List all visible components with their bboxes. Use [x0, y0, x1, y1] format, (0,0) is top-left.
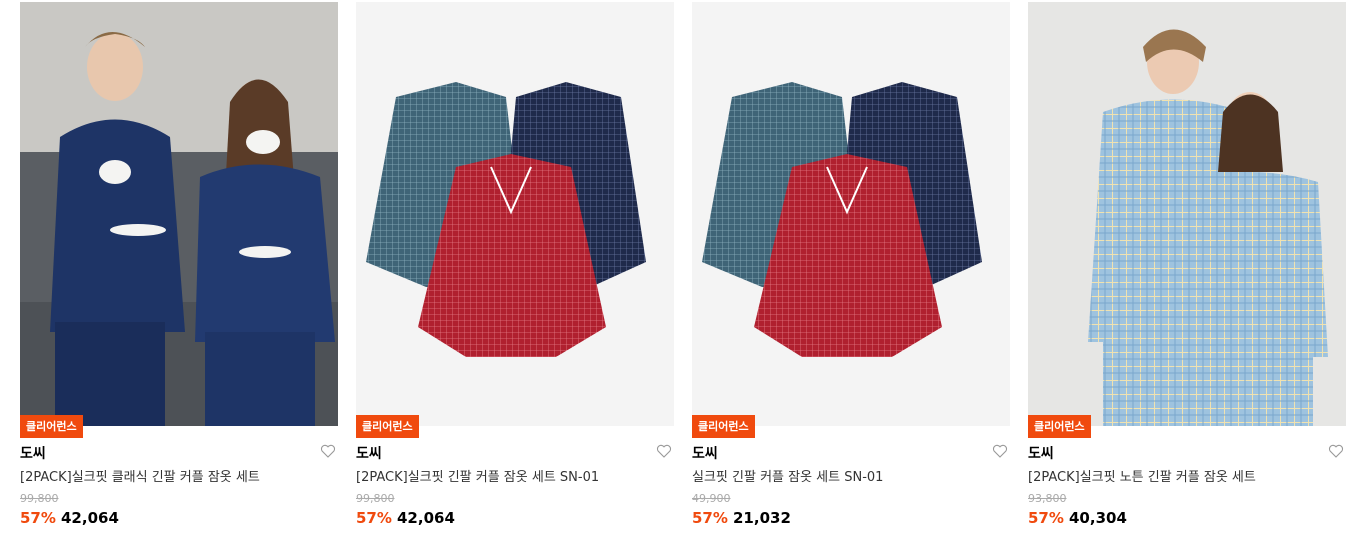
discount-rate: 57%: [692, 509, 728, 527]
sale-price: 21,032: [733, 509, 791, 527]
product-title[interactable]: [2PACK]실크핏 긴팔 커플 잠옷 세트 SN-01: [356, 466, 599, 485]
three-check-shirts-photo: [356, 2, 674, 426]
original-price: 99,800: [356, 492, 395, 505]
discount-rate: 57%: [20, 509, 56, 527]
product-card[interactable]: 클리어런스 도씨 [2PACK]실크핏 클래식 긴팔 커플 잠옷 세트 99,8…: [20, 2, 338, 537]
discount-rate: 57%: [356, 509, 392, 527]
couple-navy-pajamas-photo: [20, 2, 338, 426]
product-image[interactable]: [20, 2, 338, 426]
clearance-badge: 클리어런스: [356, 415, 419, 438]
brand-name[interactable]: 도씨: [692, 443, 718, 463]
clearance-badge: 클리어런스: [692, 415, 755, 438]
couple-blue-check-pajamas-photo: [1028, 2, 1346, 426]
brand-name[interactable]: 도씨: [1028, 443, 1054, 463]
product-card[interactable]: 클리어런스 도씨 [2PACK]실크핏 긴팔 커플 잠옷 세트 SN-01 99…: [356, 2, 674, 537]
product-title[interactable]: 실크핏 긴팔 커플 잠옷 세트 SN-01: [692, 466, 883, 485]
product-card[interactable]: 클리어런스 도씨 [2PACK]실크핏 노튼 긴팔 커플 잠옷 세트 93,80…: [1028, 2, 1346, 537]
heart-icon[interactable]: [1328, 443, 1344, 459]
original-price: 49,900: [692, 492, 731, 505]
product-image[interactable]: [356, 2, 674, 426]
three-check-shirts-photo: [692, 2, 1010, 426]
discount-rate: 57%: [1028, 509, 1064, 527]
product-card[interactable]: 클리어런스 도씨 실크핏 긴팔 커플 잠옷 세트 SN-01 49,900 57…: [692, 2, 1010, 537]
brand-name[interactable]: 도씨: [356, 443, 382, 463]
product-image[interactable]: [692, 2, 1010, 426]
clearance-badge: 클리어런스: [20, 415, 83, 438]
product-image[interactable]: [1028, 2, 1346, 426]
heart-icon[interactable]: [320, 443, 336, 459]
sale-price: 40,304: [1069, 509, 1127, 527]
product-title[interactable]: [2PACK]실크핏 노튼 긴팔 커플 잠옷 세트: [1028, 466, 1256, 485]
sale-price: 42,064: [61, 509, 119, 527]
product-title[interactable]: [2PACK]실크핏 클래식 긴팔 커플 잠옷 세트: [20, 466, 260, 485]
clearance-badge: 클리어런스: [1028, 415, 1091, 438]
heart-icon[interactable]: [992, 443, 1008, 459]
heart-icon[interactable]: [656, 443, 672, 459]
original-price: 99,800: [20, 492, 59, 505]
brand-name[interactable]: 도씨: [20, 443, 46, 463]
original-price: 93,800: [1028, 492, 1067, 505]
sale-price: 42,064: [397, 509, 455, 527]
product-grid: 클리어런스 도씨 [2PACK]실크핏 클래식 긴팔 커플 잠옷 세트 99,8…: [20, 2, 1346, 537]
